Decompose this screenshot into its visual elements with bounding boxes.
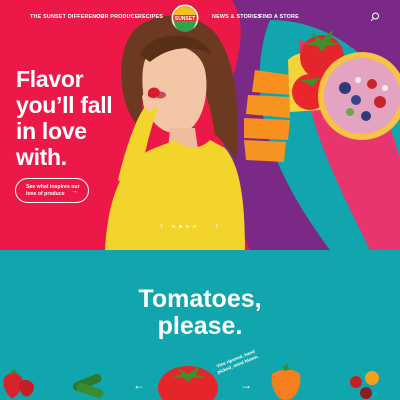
nav-link-sunset-difference[interactable]: THE SUNSET DIFFERENCE	[30, 14, 104, 20]
produce-next-button[interactable]: →	[240, 378, 252, 392]
search-icon[interactable]	[370, 12, 380, 22]
section-title-line: please.	[157, 312, 243, 340]
cucumber-icon[interactable]	[72, 373, 105, 399]
nav-link-recipes[interactable]: RECIPES	[138, 14, 163, 20]
carousel-dot[interactable]	[193, 225, 196, 228]
hero-banner: THE SUNSET DIFFERENCE OUR PRODUCE RECIPE…	[0, 0, 400, 250]
headline-line: in love	[16, 118, 87, 144]
carousel-dot[interactable]	[186, 225, 189, 228]
section-title: Tomatoes, please.	[0, 286, 400, 340]
strawberry-icon[interactable]	[3, 369, 34, 398]
headline-line: you’ll fall	[16, 92, 113, 118]
carousel-dot-active[interactable]	[179, 225, 182, 228]
produce-carousel	[3, 364, 379, 400]
tomato-icon[interactable]	[158, 366, 218, 400]
nav-link-find-store[interactable]: FIND A STORE	[259, 14, 299, 20]
nav-link-news-stories[interactable]: NEWS & STORIES	[212, 14, 261, 20]
produce-prev-button[interactable]: ←	[133, 378, 145, 392]
headline-line: with.	[16, 144, 67, 170]
inspiration-cta-button[interactable]: See what inspires our love of produce →	[15, 178, 89, 203]
sunset-logo[interactable]: SUNSET	[171, 4, 199, 32]
headline-line: Flavor	[16, 66, 84, 92]
carousel-prev-button[interactable]: ‹	[160, 220, 163, 230]
hero-carousel-controls: ‹ ›	[160, 220, 224, 232]
main-navigation: THE SUNSET DIFFERENCE OUR PRODUCE RECIPE…	[0, 0, 400, 34]
section-title-line: Tomatoes,	[138, 285, 262, 313]
arrow-right-icon: →	[71, 188, 78, 195]
carousel-dot[interactable]	[172, 225, 175, 228]
pepper-icon[interactable]	[271, 364, 301, 400]
cta-label-line: See what inspires our	[26, 184, 80, 190]
cherry-tomato-icon[interactable]	[350, 371, 379, 399]
hero-headline: Flavor you’ll fall in love with.	[16, 66, 146, 170]
cta-label-line: love of produce	[26, 191, 65, 197]
nav-link-our-produce[interactable]: OUR PRODUCE	[96, 14, 139, 20]
carousel-next-button[interactable]: ›	[215, 220, 218, 230]
logo-text: SUNSET	[175, 16, 195, 22]
